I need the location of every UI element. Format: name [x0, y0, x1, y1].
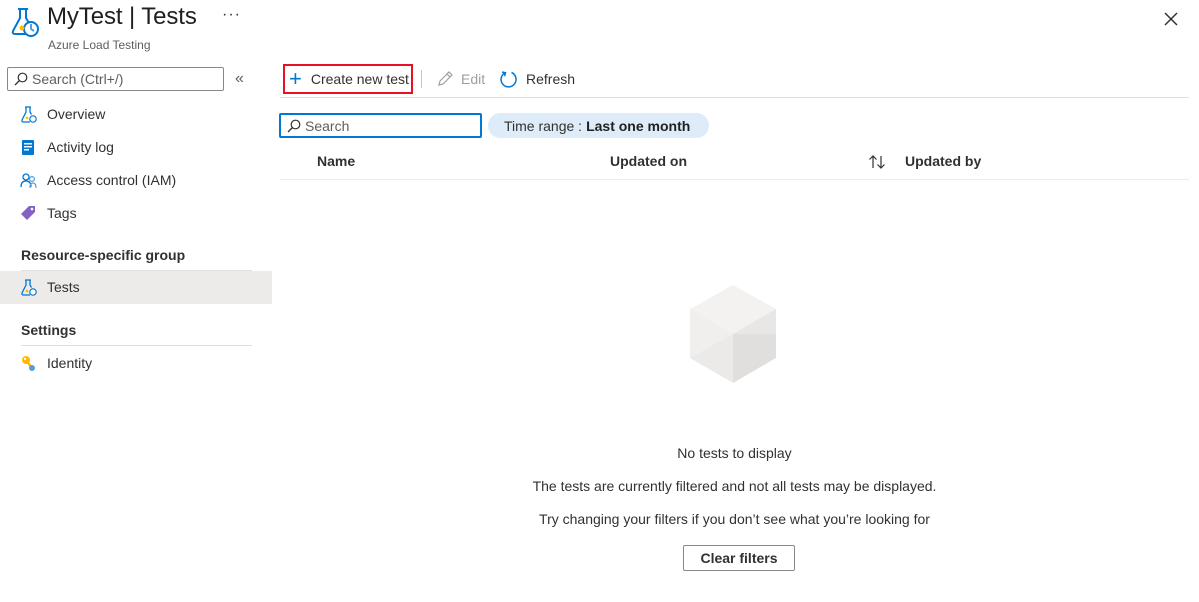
tests-search[interactable]	[279, 113, 482, 138]
sort-icon[interactable]	[868, 154, 886, 170]
plus-icon: +	[289, 66, 302, 91]
refresh-label: Refresh	[526, 71, 576, 87]
time-range-key: Time range :	[504, 117, 583, 134]
empty-state-hint: Try changing your filters if you don’t s…	[539, 511, 930, 527]
sidebar-item-access-control[interactable]: Access control (IAM)	[0, 164, 272, 197]
activity-log-icon	[22, 140, 34, 155]
key-icon	[22, 356, 35, 371]
sidebar-item-activity-log[interactable]: Activity log	[0, 131, 272, 164]
sidebar-item-label: Overview	[47, 106, 106, 122]
sidebar-search[interactable]	[7, 67, 224, 91]
clear-filters-button[interactable]: Clear filters	[683, 545, 795, 571]
close-icon[interactable]	[1161, 9, 1181, 29]
time-range-filter[interactable]: Time range : Last one month	[488, 113, 710, 138]
sidebar-item-label: Identity	[47, 355, 93, 371]
column-header-updated-on[interactable]: Updated on	[610, 153, 687, 169]
create-new-test-label: Create new test	[310, 71, 409, 87]
people-icon	[20, 173, 37, 189]
load-testing-flask-icon	[11, 8, 39, 37]
refresh-button[interactable]: Refresh	[499, 64, 575, 94]
empty-state-message: The tests are currently filtered and not…	[532, 478, 937, 494]
search-icon	[287, 119, 301, 133]
sidebar-item-label: Activity log	[47, 139, 114, 155]
toolbar-divider	[421, 70, 422, 88]
empty-box-icon	[690, 285, 776, 383]
sidebar-item-identity[interactable]: Identity	[0, 347, 272, 380]
refresh-icon	[500, 70, 517, 88]
group-label-settings: Settings	[21, 322, 77, 338]
flask-icon	[21, 279, 37, 296]
search-icon	[14, 72, 28, 86]
tests-search-input[interactable]	[305, 117, 475, 134]
page-title: MyTest | Tests	[47, 3, 197, 30]
sidebar-search-input[interactable]	[32, 70, 220, 88]
empty-state-title: No tests to display	[677, 445, 792, 461]
page-subtitle: Azure Load Testing	[48, 38, 151, 52]
sidebar-item-label: Tags	[47, 205, 77, 221]
divider	[21, 345, 252, 346]
tag-icon	[21, 206, 35, 220]
flask-icon	[21, 106, 37, 123]
sidebar-item-label: Access control (IAM)	[47, 172, 177, 188]
time-range-value: Last one month	[586, 117, 691, 134]
sidebar-item-tags[interactable]: Tags	[0, 197, 272, 230]
column-header-updated-by[interactable]: Updated by	[905, 153, 981, 169]
blade-header: MyTest | Tests Azure Load Testing ···	[0, 0, 1199, 60]
column-header-name[interactable]: Name	[317, 153, 355, 169]
collapse-sidebar-button[interactable]: «	[235, 70, 244, 88]
sidebar: « Overview Activity log Access control (…	[0, 60, 272, 400]
tests-table-header: Name Updated on Updated by	[280, 147, 1189, 180]
group-label-resource-specific: Resource-specific group	[21, 247, 186, 263]
pencil-icon	[438, 71, 453, 86]
sidebar-item-label: Tests	[47, 279, 80, 295]
command-bar: + Create new test Edit Refresh	[280, 60, 1189, 98]
create-new-test-button[interactable]: + Create new test	[283, 64, 413, 94]
more-options-button[interactable]: ···	[222, 6, 241, 24]
edit-label: Edit	[461, 71, 486, 87]
edit-button[interactable]: Edit	[436, 64, 485, 94]
sidebar-item-overview[interactable]: Overview	[0, 98, 272, 131]
sidebar-item-tests[interactable]: Tests	[0, 271, 272, 304]
